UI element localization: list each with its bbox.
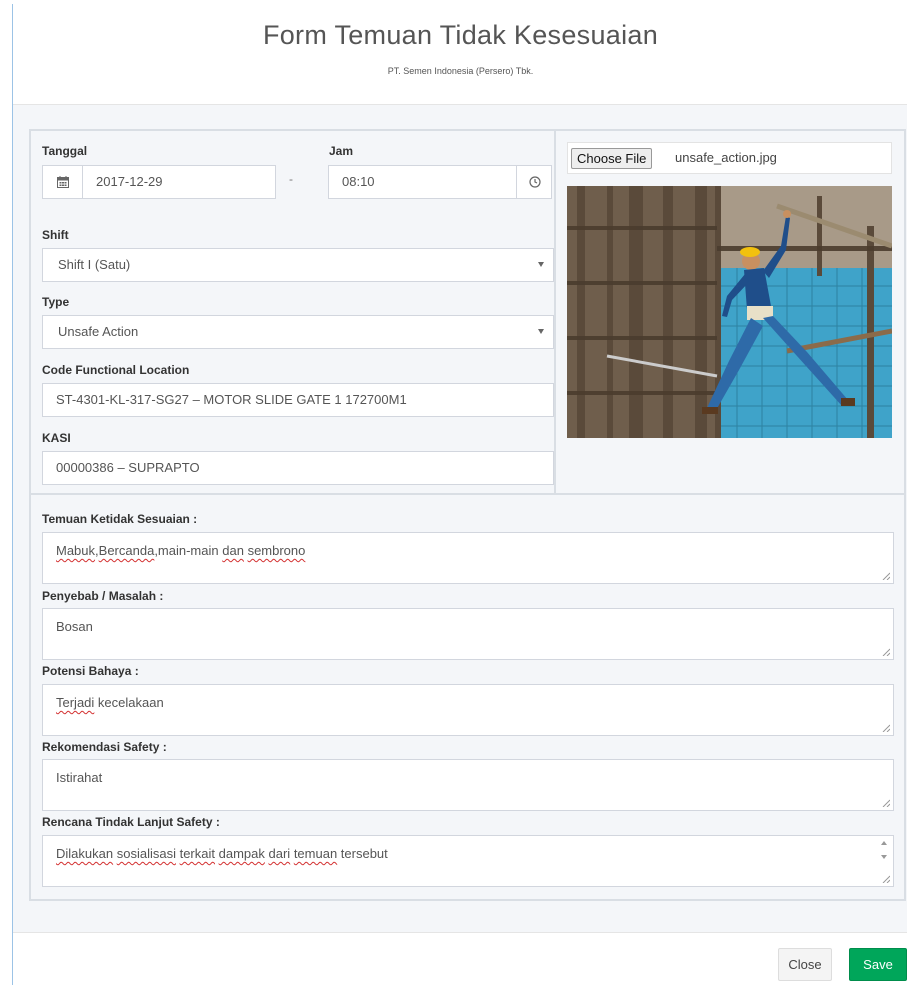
- clock-icon: [529, 176, 541, 188]
- photo-upload-panel: Choose File unsafe_action.jpg: [554, 129, 906, 495]
- resize-grip-icon[interactable]: [882, 724, 890, 732]
- shift-select[interactable]: Shift I (Satu): [42, 248, 554, 282]
- temuan-label: Temuan Ketidak Sesuaian :: [42, 512, 198, 526]
- spell-word: Terjadi: [56, 695, 95, 710]
- tanggal-label: Tanggal: [42, 144, 88, 158]
- jam-label: Jam: [329, 144, 354, 158]
- rencana-textarea[interactable]: Dilakukan sosialisasi terkait dampak dar…: [42, 835, 894, 887]
- resize-grip-icon[interactable]: [882, 875, 890, 883]
- modal-footer: Close Save: [13, 932, 907, 986]
- text-part: kecelakaan: [94, 695, 164, 710]
- resize-grip-icon[interactable]: [882, 572, 890, 580]
- uploaded-photo-preview: [567, 186, 892, 438]
- modal-body: Tanggal 2017-12-29 - Jam 08:10 Shift Shi…: [13, 105, 907, 932]
- kasi-input[interactable]: 00000386 – SUPRAPTO: [42, 451, 554, 485]
- findings-panel: Temuan Ketidak Sesuaian : Mabuk,Bercanda…: [29, 493, 906, 901]
- tanggal-input[interactable]: 2017-12-29: [82, 165, 276, 199]
- temuan-textarea[interactable]: Mabuk,Bercanda,main-main dan sembrono: [42, 532, 894, 584]
- spell-word: sembrono: [247, 543, 306, 558]
- selected-file-name: unsafe_action.jpg: [675, 150, 777, 165]
- modal-header: Form Temuan Tidak Kesesuaian PT. Semen I…: [13, 4, 907, 105]
- penyebab-label: Penyebab / Masalah :: [42, 589, 164, 603]
- rencana-label: Rencana Tindak Lanjut Safety :: [42, 815, 220, 829]
- shift-label: Shift: [42, 228, 69, 242]
- rekomendasi-textarea[interactable]: Istirahat: [42, 759, 894, 811]
- calendar-addon: [42, 165, 83, 199]
- date-range-separator: -: [289, 172, 293, 186]
- page-title: Form Temuan Tidak Kesesuaian: [262, 20, 659, 50]
- save-button[interactable]: Save: [849, 948, 907, 981]
- text-part: ,main-main: [154, 543, 223, 558]
- resize-grip-icon[interactable]: [882, 799, 890, 807]
- type-select[interactable]: Unsafe Action: [42, 315, 554, 349]
- spell-word: terkait: [179, 846, 215, 861]
- spell-word: temuan: [293, 846, 338, 861]
- spell-word: Bercanda: [98, 543, 155, 558]
- spell-word: dampak: [218, 846, 265, 861]
- code-functional-location-label: Code Functional Location: [42, 363, 190, 377]
- resize-grip-icon[interactable]: [882, 648, 890, 656]
- general-info-panel: Tanggal 2017-12-29 - Jam 08:10 Shift Shi…: [29, 129, 556, 495]
- potensi-label: Potensi Bahaya :: [42, 664, 139, 678]
- chevron-down-icon: [538, 329, 544, 334]
- penyebab-value: Bosan: [56, 619, 93, 634]
- code-functional-location-input[interactable]: ST-4301-KL-317-SG27 – MOTOR SLIDE GATE 1…: [42, 383, 554, 417]
- spell-word: dari: [268, 846, 291, 861]
- modal-dialog: Form Temuan Tidak Kesesuaian PT. Semen I…: [12, 4, 907, 985]
- calendar-icon: [57, 176, 69, 188]
- jam-input[interactable]: 08:10: [328, 165, 517, 199]
- potensi-textarea[interactable]: Terjadi kecelakaan: [42, 684, 894, 736]
- choose-file-button[interactable]: Choose File: [571, 148, 653, 169]
- clock-addon[interactable]: [516, 165, 552, 199]
- penyebab-textarea[interactable]: Bosan: [42, 608, 894, 660]
- chevron-down-icon: [538, 262, 544, 267]
- file-input[interactable]: Choose File unsafe_action.jpg: [567, 142, 892, 174]
- spell-word: sosialisasi: [116, 846, 176, 861]
- spinner-arrows-icon[interactable]: [879, 841, 889, 869]
- spell-word: Dilakukan: [56, 846, 114, 861]
- spell-word: Mabuk: [56, 543, 96, 558]
- kasi-label: KASI: [42, 431, 71, 445]
- shift-selected-value: Shift I (Satu): [58, 257, 131, 272]
- company-subtitle: PT. Semen Indonesia (Persero) Tbk.: [387, 66, 534, 76]
- type-selected-value: Unsafe Action: [58, 324, 139, 339]
- type-label: Type: [42, 295, 70, 309]
- text-part: tersebut: [337, 846, 388, 861]
- close-button[interactable]: Close: [778, 948, 832, 981]
- rekomendasi-value: Istirahat: [56, 770, 103, 785]
- spell-word: dan: [222, 543, 244, 558]
- rekomendasi-label: Rekomendasi Safety :: [42, 740, 167, 754]
